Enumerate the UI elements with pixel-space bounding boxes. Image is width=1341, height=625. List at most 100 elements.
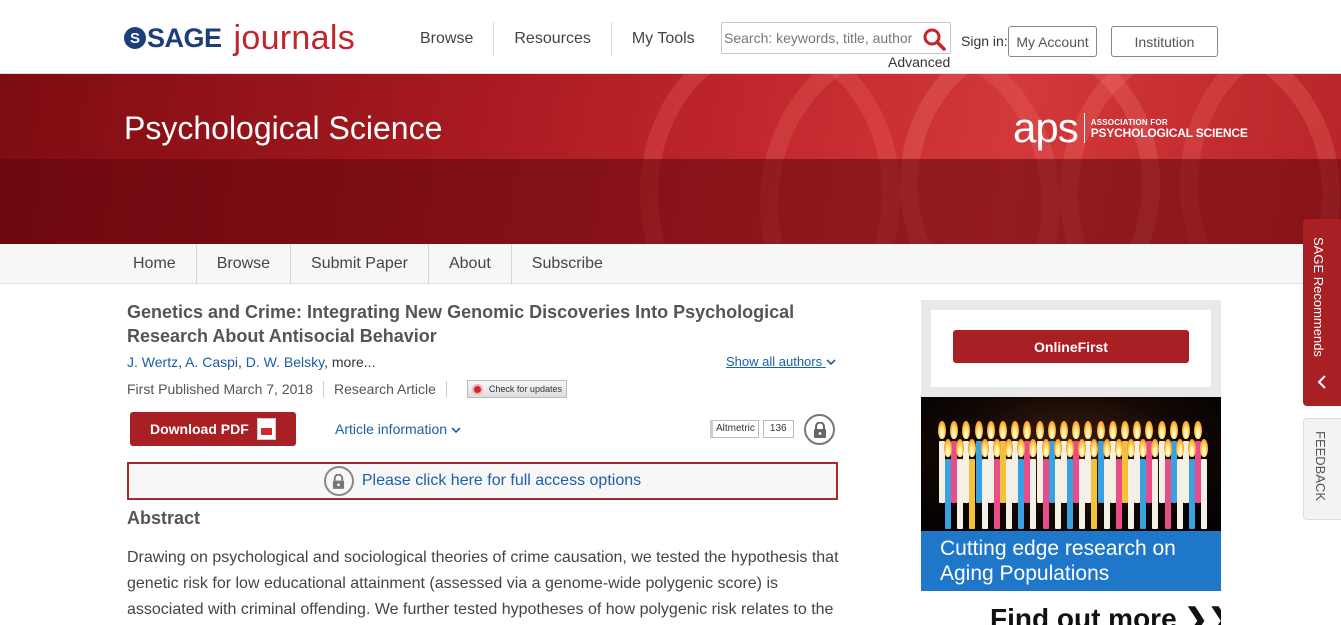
journal-nav-about[interactable]: About [429,244,512,284]
author-link[interactable]: D. W. Belsky [246,354,324,370]
banner-title-band [0,159,1341,244]
ad-find-out-more-label: Find out more ❯❯ [990,603,1221,625]
chevron-down-icon [451,427,461,434]
topnav-resources[interactable]: Resources [494,22,612,56]
candle-flame [980,439,989,457]
lock-icon [323,466,354,496]
download-pdf-button[interactable]: Download PDF [130,412,296,446]
candle-flame [1005,439,1013,457]
journal-title[interactable]: Psychological Science [124,110,442,147]
advertisement-aging-populations[interactable]: Cutting edge research on Aging Populatio… [921,397,1221,625]
candle-flame [950,421,959,439]
logo-sage-text: SAGE [147,22,222,53]
show-all-authors-link[interactable]: Show all authors [726,354,836,369]
journal-nav: Home Browse Submit Paper About Subscribe [0,244,1341,284]
sage-recommends-label: SAGE Recommends [1311,237,1326,357]
institution-button[interactable]: Institution [1111,26,1218,57]
candle [1115,459,1122,529]
lock-icon [804,414,835,445]
onlinefirst-button[interactable]: OnlineFirst [953,330,1189,363]
search-input[interactable] [722,23,918,53]
show-all-authors-label: Show all authors [726,354,823,369]
candle [1128,459,1134,529]
abstract-text: Drawing on psychological and sociologica… [127,549,839,618]
feedback-label: FEEDBACK [1313,431,1328,502]
candle-flame [992,439,1001,457]
divider [322,381,324,397]
divider [445,381,447,397]
topnav-browse[interactable]: Browse [400,22,495,56]
sage-recommends-tab[interactable]: SAGE Recommends [1303,219,1341,406]
pdf-icon [257,418,276,440]
candle [1152,459,1159,529]
journal-nav-subscribe[interactable]: Subscribe [512,244,623,284]
candle-flame [1157,421,1166,439]
check-for-updates-button[interactable]: Check for updates [466,380,567,398]
publication-info: First Published March 7, 2018 Research A… [127,380,567,398]
candle-flame [1145,421,1154,439]
candle-flame [1060,421,1068,439]
top-nav: Browse Resources My Tools [400,22,715,56]
author-link[interactable]: A. Caspi [185,354,238,370]
candle-flame [1188,439,1196,457]
candle-flame [1041,439,1050,457]
candle [1079,459,1086,529]
article-information-label: Article information [335,421,448,437]
aps-divider [1083,113,1085,143]
altmetric-label: Altmetric [710,420,759,438]
candle-flame [938,421,946,439]
altmetric-score: 136 [762,420,794,438]
candle [1140,459,1147,529]
candle [1201,459,1208,529]
onlinefirst-panel: OnlineFirst [921,300,1221,397]
candle-flame [1011,421,1020,439]
candle-flame [1053,439,1062,457]
candle-flame [1163,439,1172,457]
candle-flame [956,439,965,457]
candle-flame [1139,439,1148,457]
full-access-options-banner[interactable]: Please click here for full access option… [127,462,838,500]
aps-logo[interactable]: aps ASSOCIATION FOR PSYCHOLOGICAL SCIENC… [1013,107,1248,149]
candle-flame [986,421,995,439]
download-pdf-label: Download PDF [150,421,249,437]
candle-flame [1066,439,1074,457]
journal-nav-home[interactable]: Home [113,244,197,284]
full-access-link[interactable]: Please click here for full access option… [362,472,641,490]
journal-nav-browse[interactable]: Browse [197,244,292,284]
crossmark-icon [471,383,483,395]
candle-flame [974,421,983,439]
author-list: J. Wertz, A. Caspi, D. W. Belsky, more..… [127,354,376,370]
feedback-tab[interactable]: FEEDBACK [1303,418,1341,520]
candle [1103,459,1110,529]
check-updates-label: Check for updates [488,384,562,394]
candle [957,459,964,529]
candle-flame [1047,421,1056,439]
article-type: Research Article [333,381,436,397]
authors-more[interactable]: more... [332,354,376,370]
topnav-my-tools[interactable]: My Tools [612,22,715,56]
candle-flame [1108,421,1117,439]
candle [1054,459,1061,529]
candle-flame [1035,421,1044,439]
candle-flame [1182,421,1190,439]
candle-flame [1175,439,1184,457]
advanced-search-link[interactable]: Advanced [888,54,950,70]
candle-flame [1200,439,1209,457]
journal-nav-submit-paper[interactable]: Submit Paper [291,244,429,284]
ad-find-out-more[interactable]: Find out more ❯❯ [921,591,1221,625]
candle-flame [1133,421,1142,439]
author-link[interactable]: J. Wertz [127,354,178,370]
search-box [721,22,951,54]
candle [1006,459,1012,529]
altmetric-badge[interactable]: Altmetric 136 [710,420,794,438]
candle [1189,459,1195,529]
first-published-date: First Published March 7, 2018 [127,381,313,397]
search-icon[interactable] [922,27,946,51]
candle [1164,459,1171,529]
article-information-toggle[interactable]: Article information [335,421,461,437]
candle-flame [1114,439,1123,457]
my-account-button[interactable]: My Account [1008,26,1097,57]
candle [1042,459,1049,529]
sage-logo-mark-icon: S [124,27,146,49]
sage-journals-logo[interactable]: S SAGE journals [124,18,355,58]
